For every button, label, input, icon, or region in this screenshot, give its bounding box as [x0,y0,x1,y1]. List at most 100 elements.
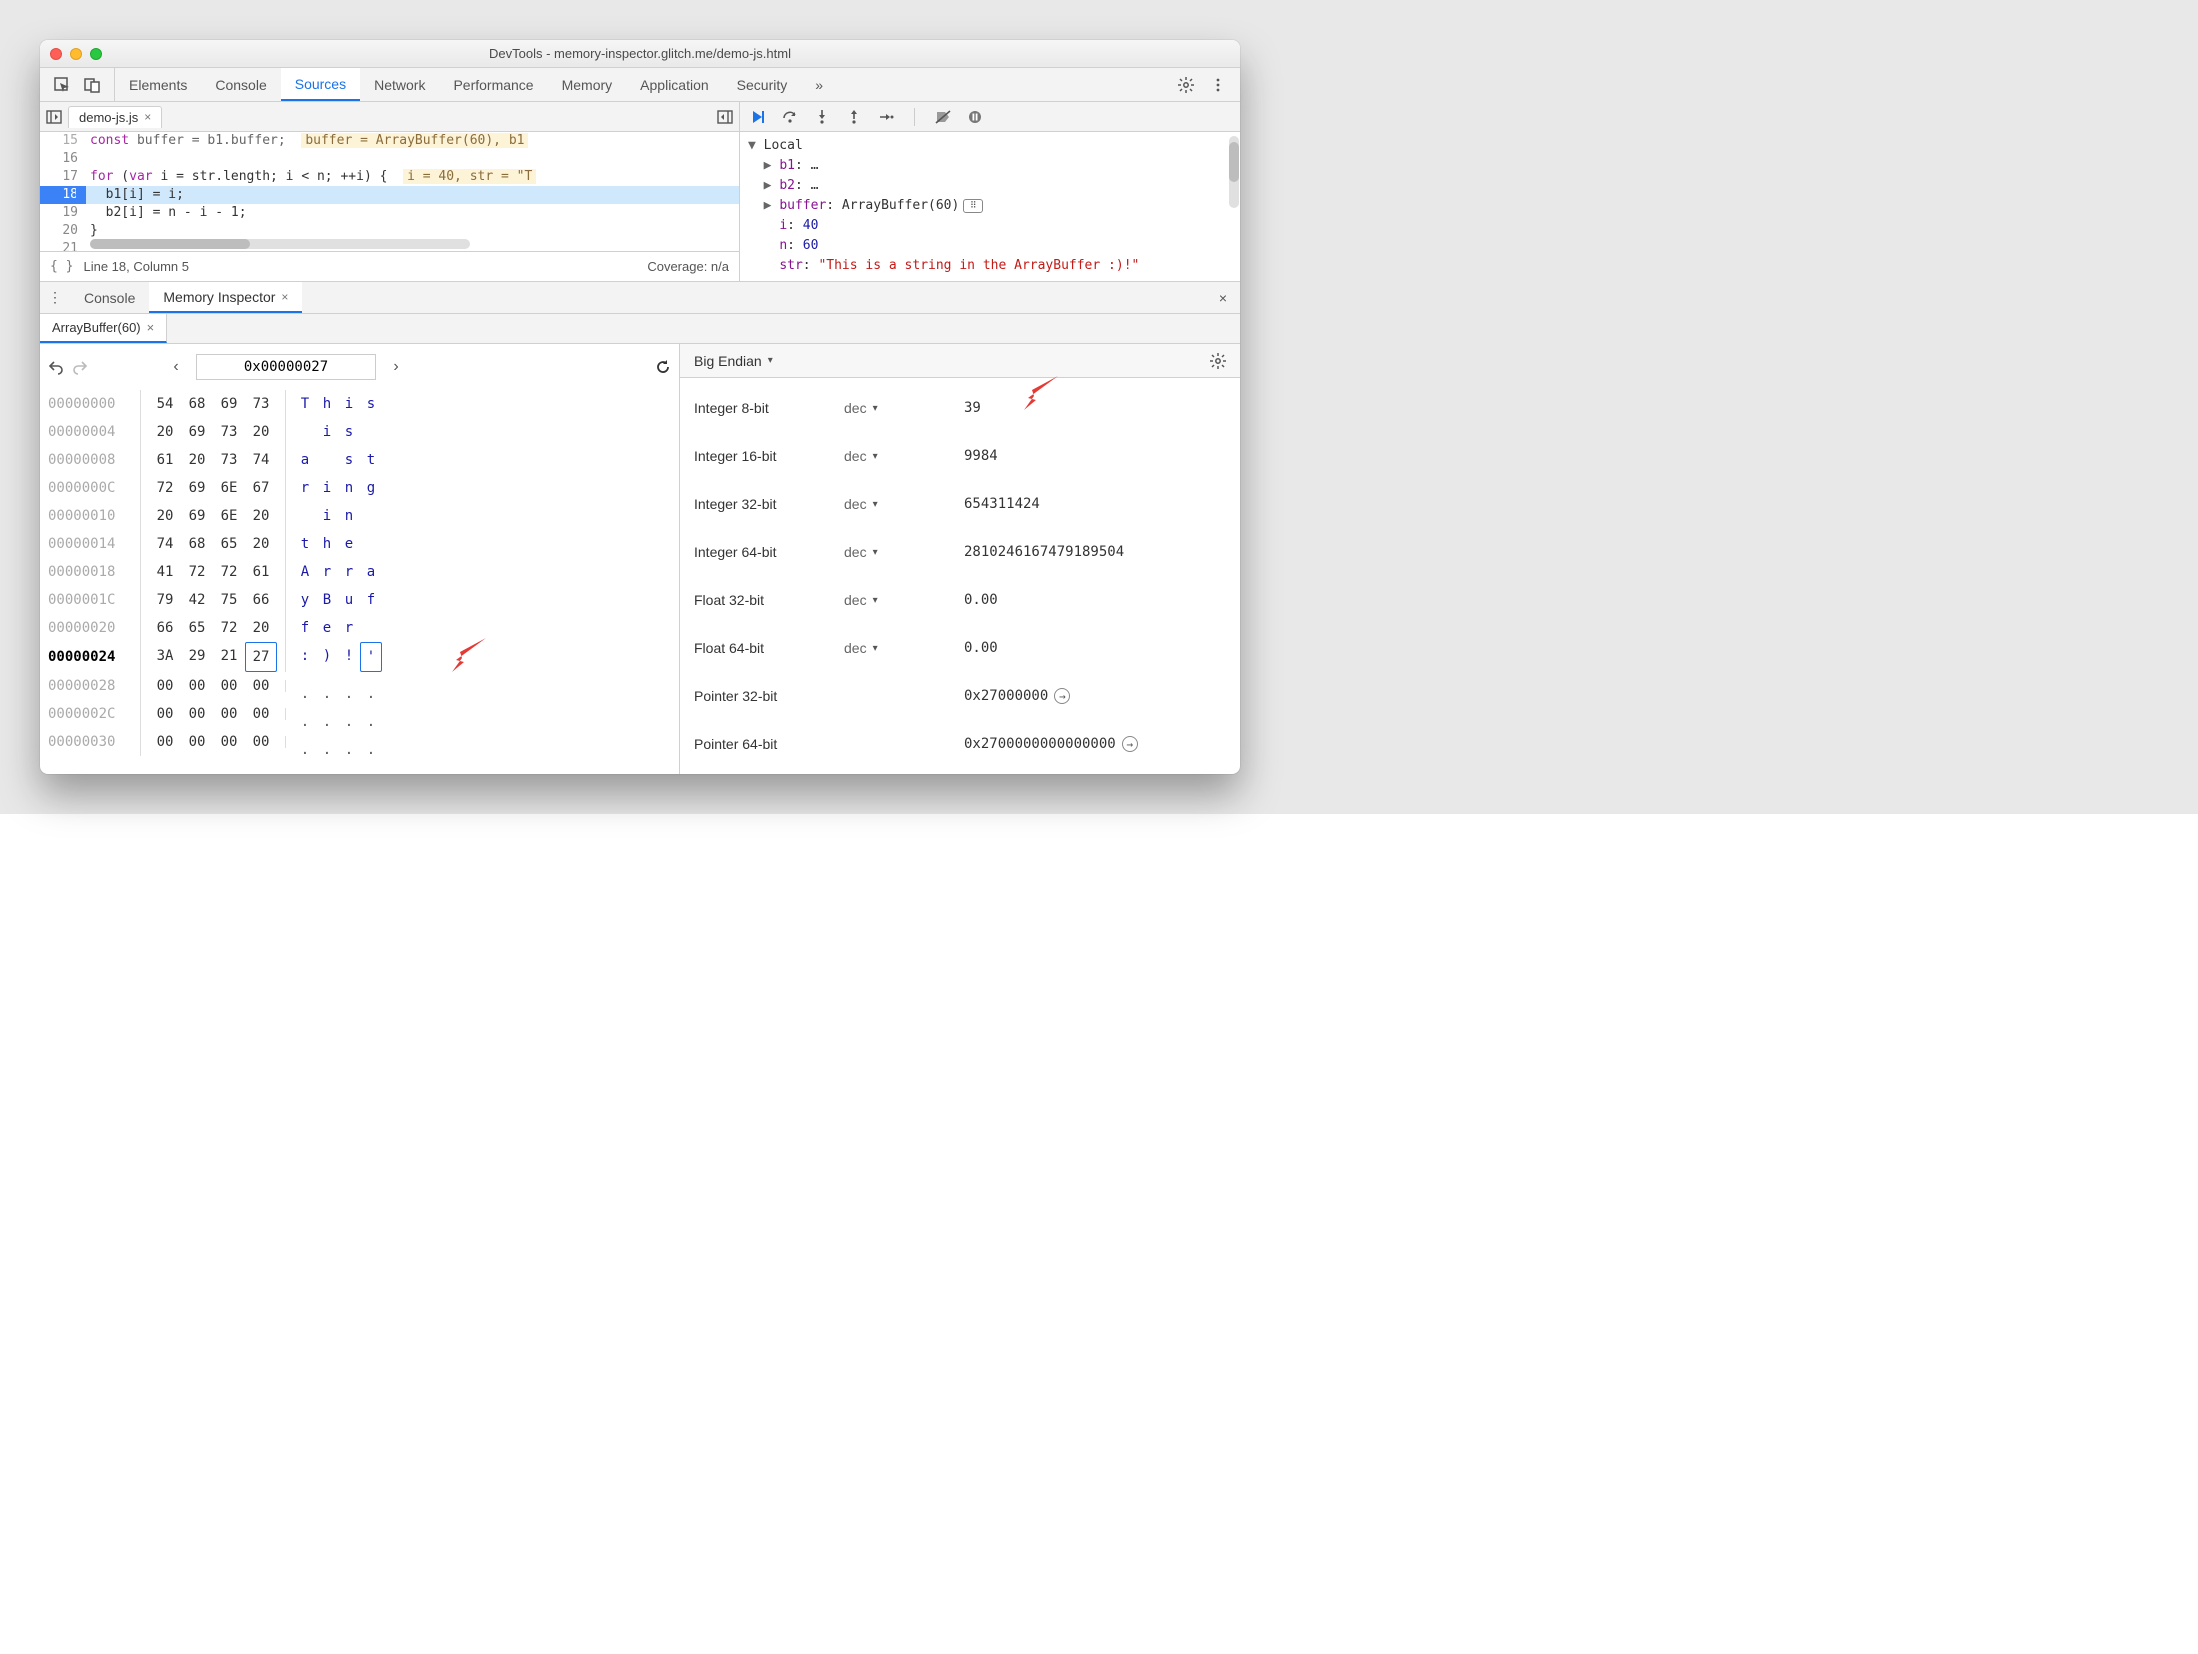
hex-byte[interactable]: 66 [149,614,181,642]
hex-ascii-char[interactable]: i [316,418,338,446]
scope-variable[interactable]: ▶ buffer: ArrayBuffer(60)⠿ [748,196,1232,216]
hex-ascii-char[interactable]: n [338,474,360,502]
main-tab-application[interactable]: Application [626,68,723,101]
step-over-icon[interactable] [782,109,798,125]
hex-byte[interactable]: 20 [149,502,181,530]
value-format-select[interactable]: dec ▾ [844,640,964,656]
step-into-icon[interactable] [814,109,830,125]
hex-byte[interactable]: 74 [149,530,181,558]
drawer-menu-icon[interactable]: ⋮ [40,282,70,313]
hex-ascii-char[interactable]: n [338,502,360,530]
hex-ascii-char[interactable]: . [338,708,360,720]
hex-ascii-char[interactable]: s [338,446,360,474]
hex-ascii-char[interactable]: ) [316,642,338,672]
main-tab-elements[interactable]: Elements [115,68,201,101]
hex-grid[interactable]: 0000000054686973This0000000420697320 is … [48,390,671,756]
step-out-icon[interactable] [846,109,862,125]
hex-byte[interactable]: 00 [149,700,181,728]
hex-byte[interactable]: 69 [181,418,213,446]
hex-byte[interactable]: 69 [181,502,213,530]
code-area[interactable]: 15const buffer = b1.buffer; buffer = Arr… [40,132,739,251]
hex-ascii-char[interactable]: g [360,474,382,502]
hex-ascii-char[interactable]: : [294,642,316,672]
deactivate-breakpoints-icon[interactable] [935,109,951,125]
hex-byte[interactable]: 00 [181,700,213,728]
hex-byte[interactable]: 73 [213,418,245,446]
line-number[interactable]: 17 [40,168,86,186]
refresh-icon[interactable] [655,359,671,375]
hex-byte[interactable]: 69 [181,474,213,502]
reveal-in-memory-icon[interactable]: ⠿ [963,199,983,213]
address-next-icon[interactable]: › [384,358,408,376]
hex-byte[interactable]: 75 [213,586,245,614]
hex-ascii-char[interactable]: A [294,558,316,586]
hex-byte[interactable]: 68 [181,530,213,558]
scope-pane[interactable]: ▼ Local ▶ b1: … ▶ b2: … ▶ buffer: ArrayB… [740,132,1240,280]
hex-ascii-char[interactable] [294,502,316,530]
hex-row[interactable]: 0000001C79427566yBuf [48,586,671,614]
hex-byte[interactable]: 20 [149,418,181,446]
hex-byte[interactable]: 67 [245,474,277,502]
hex-byte[interactable]: 72 [149,474,181,502]
hex-byte[interactable]: 27 [245,642,277,672]
address-prev-icon[interactable]: ‹ [164,358,188,376]
hex-ascii-char[interactable]: e [316,614,338,642]
hex-byte[interactable]: 20 [245,502,277,530]
hex-ascii-char[interactable]: . [316,680,338,692]
main-tab-network[interactable]: Network [360,68,439,101]
scope-variable[interactable]: ▶ b2: … [748,176,1232,196]
hex-byte[interactable]: 3A [149,642,181,672]
code-line[interactable]: 17for (var i = str.length; i < n; ++i) {… [40,168,739,186]
redo-icon[interactable] [72,359,88,375]
hex-ascii-char[interactable]: . [316,708,338,720]
hex-ascii-char[interactable]: t [294,530,316,558]
undo-icon[interactable] [48,359,64,375]
hex-ascii-char[interactable]: . [338,736,360,748]
hex-row[interactable]: 0000003000000000.... [48,728,671,756]
memory-inspector-tab[interactable]: ArrayBuffer(60) × [40,314,167,343]
hex-row[interactable]: 0000002066657220fer [48,614,671,642]
main-tab-security[interactable]: Security [723,68,802,101]
pretty-print-icon[interactable]: { } [50,259,73,274]
hex-ascii-char[interactable]: r [338,558,360,586]
hex-byte[interactable]: 00 [181,672,213,700]
hex-row[interactable]: 000000243A292127:)!' [48,642,671,672]
hex-byte[interactable]: 72 [213,558,245,586]
scope-variable[interactable]: ▶ b1: … [748,156,1232,176]
hex-ascii-char[interactable]: y [294,586,316,614]
hex-byte[interactable]: 74 [245,446,277,474]
hex-byte[interactable]: 6E [213,474,245,502]
hex-byte[interactable]: 61 [245,558,277,586]
main-tab-console[interactable]: Console [201,68,280,101]
step-icon[interactable] [878,109,894,125]
hex-ascii-char[interactable]: i [316,502,338,530]
value-settings-icon[interactable] [1210,353,1226,369]
hex-ascii-char[interactable]: . [360,736,382,748]
hex-row[interactable]: 0000000C72696E67ring [48,474,671,502]
hex-byte[interactable]: 00 [245,700,277,728]
hex-ascii-char[interactable]: f [360,586,382,614]
hex-ascii-char[interactable]: i [338,390,360,418]
hex-byte[interactable]: 79 [149,586,181,614]
hex-ascii-char[interactable]: e [338,530,360,558]
hex-row[interactable]: 0000000420697320 is [48,418,671,446]
hex-byte[interactable]: 69 [213,390,245,418]
close-drawer-tab-icon[interactable]: × [281,290,288,304]
scope-variable[interactable]: str: "This is a string in the ArrayBuffe… [748,256,1232,276]
value-format-select[interactable]: dec ▾ [844,496,964,512]
hex-byte[interactable]: 20 [245,418,277,446]
line-number[interactable]: 15 [40,132,86,150]
hex-ascii-char[interactable] [360,502,382,530]
hex-byte[interactable]: 65 [213,530,245,558]
main-tab-sources[interactable]: Sources [281,68,360,101]
hex-byte[interactable]: 72 [213,614,245,642]
value-format-select[interactable]: dec ▾ [844,400,964,416]
hex-ascii-char[interactable]: h [316,530,338,558]
hex-byte[interactable]: 73 [245,390,277,418]
hex-ascii-char[interactable]: u [338,586,360,614]
hex-ascii-char[interactable]: r [316,558,338,586]
hex-byte[interactable]: 00 [213,728,245,756]
hex-byte[interactable]: 61 [149,446,181,474]
hex-ascii-char[interactable] [360,614,382,642]
line-number[interactable]: 20 [40,222,86,240]
